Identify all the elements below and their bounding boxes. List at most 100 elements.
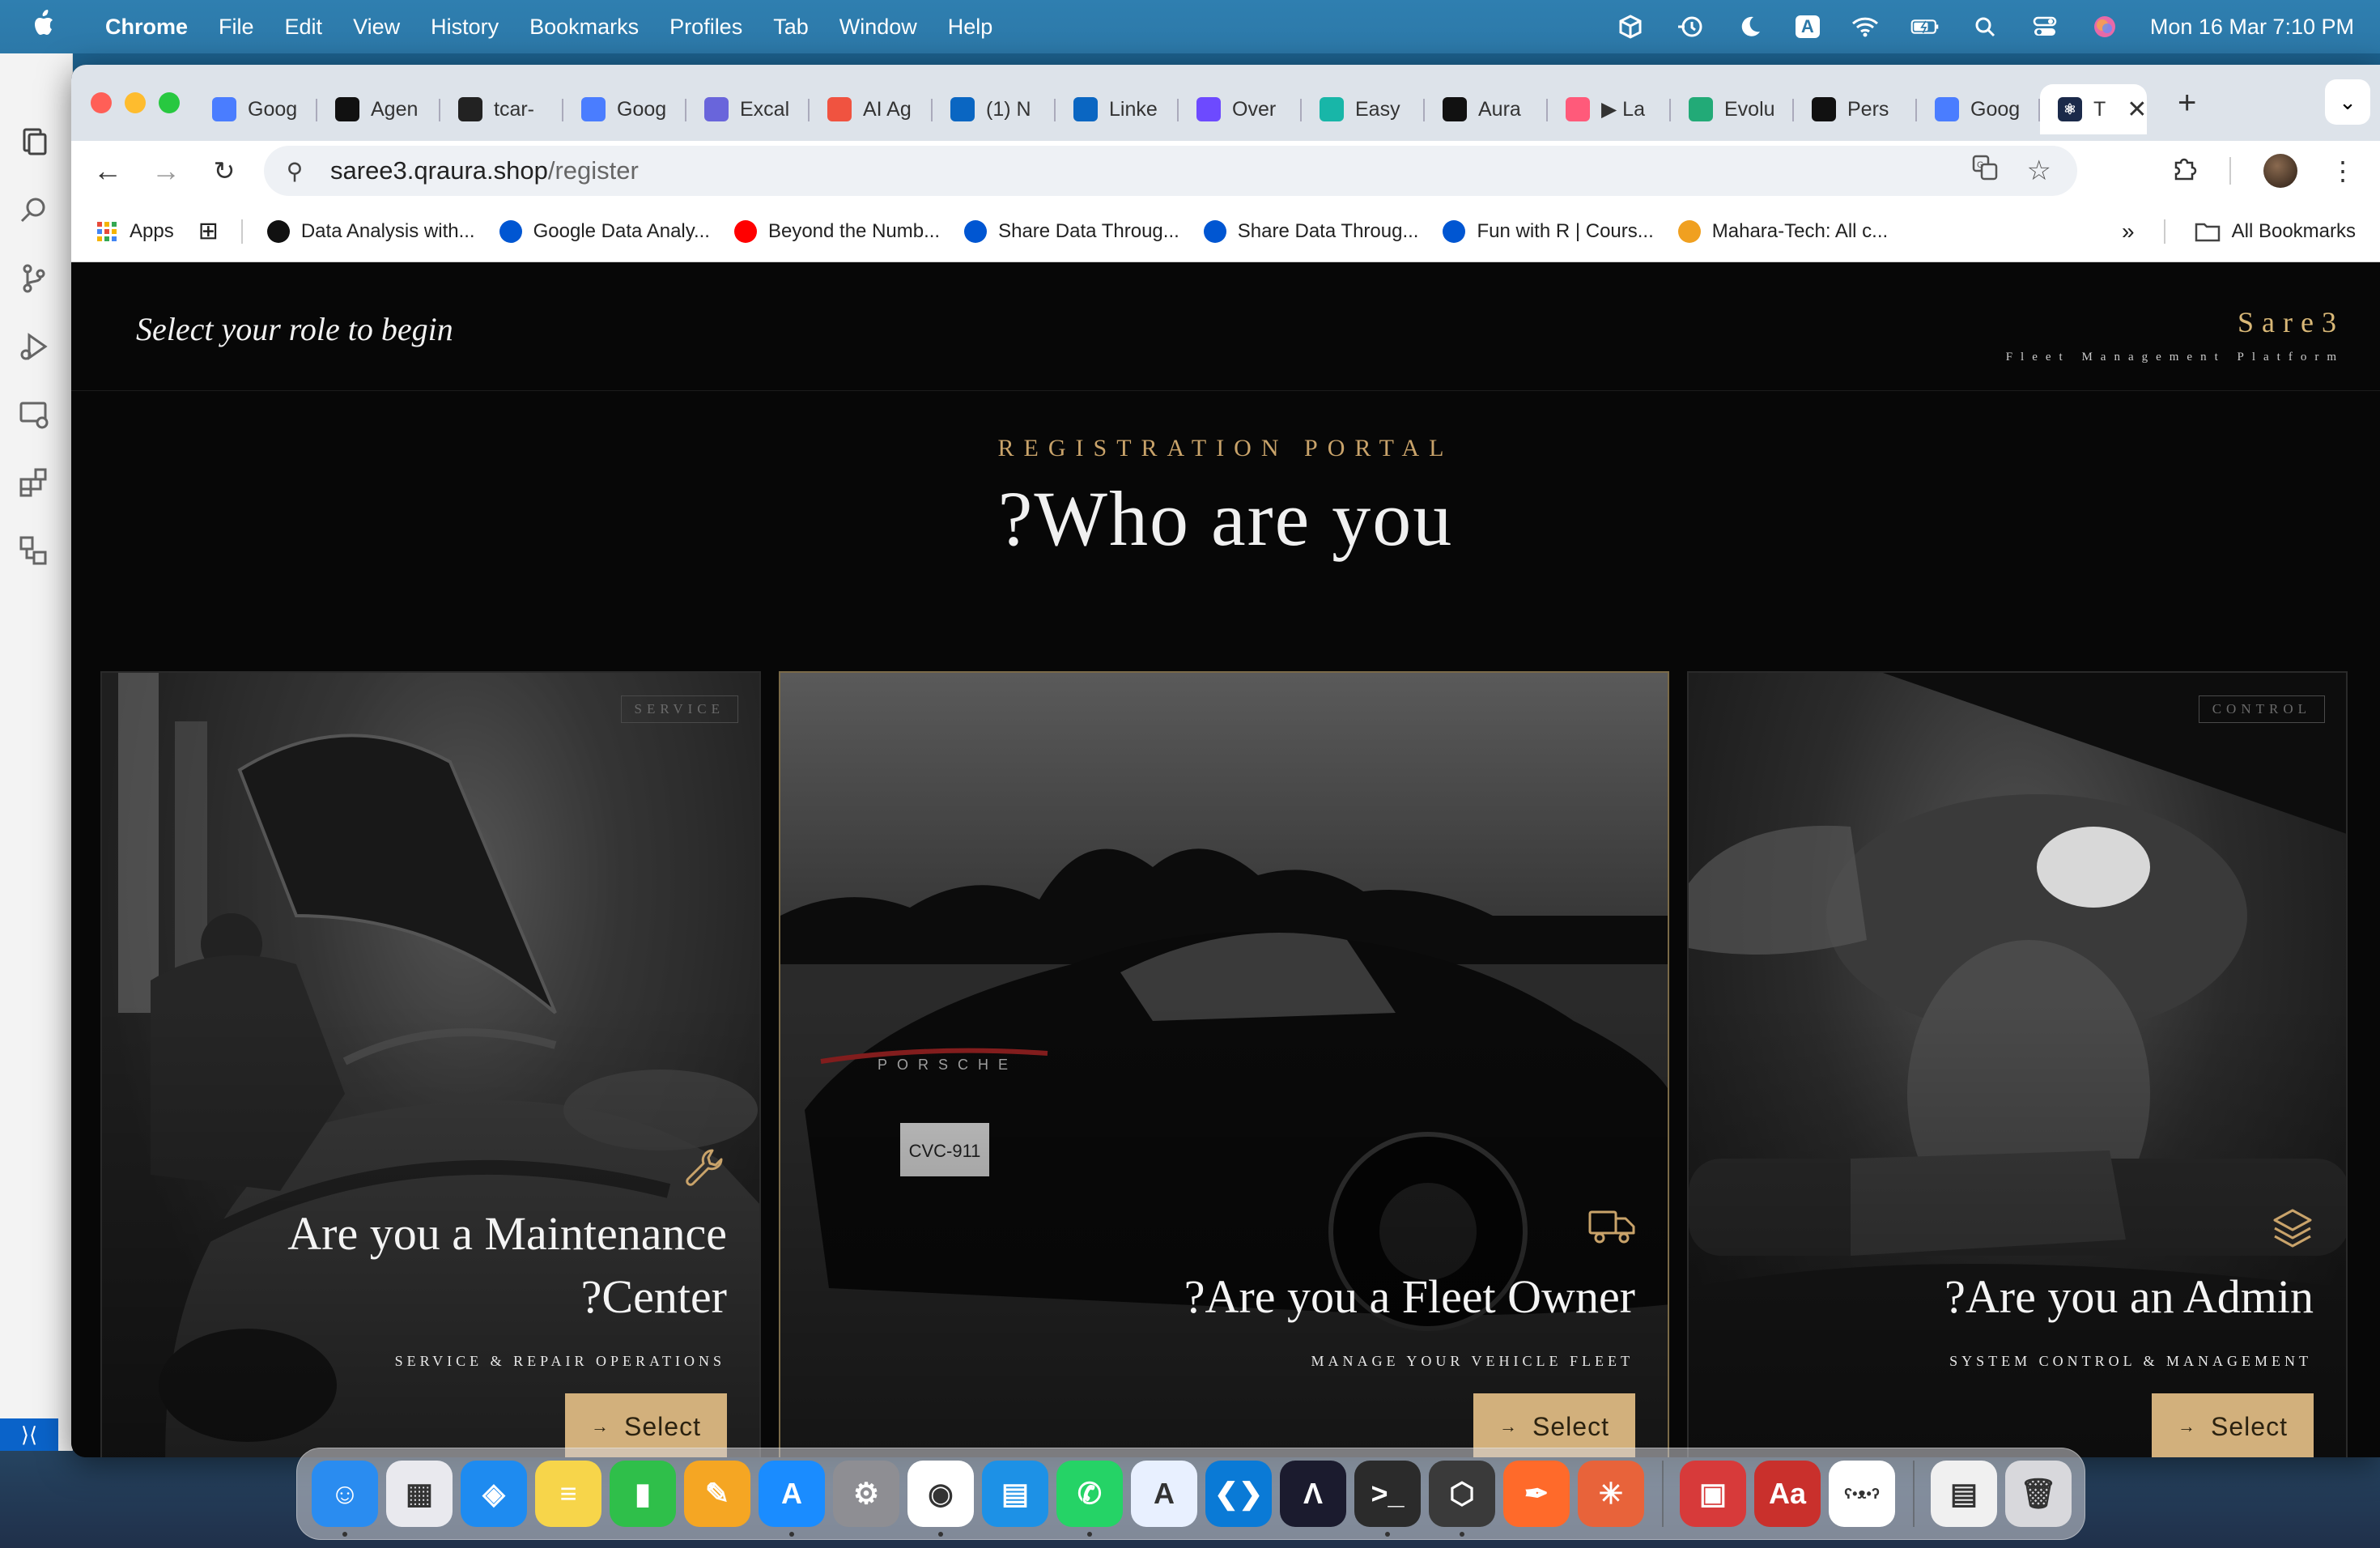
site-settings-icon[interactable]: ⚲: [278, 158, 311, 185]
menubar-datetime[interactable]: Mon 16 Mar 7:10 PM: [2150, 15, 2354, 40]
pages-icon[interactable]: ✎: [684, 1461, 750, 1527]
bookmark-star-icon[interactable]: ☆: [2027, 155, 2051, 187]
menu-edit[interactable]: Edit: [285, 15, 323, 40]
menu-view[interactable]: View: [353, 15, 400, 40]
minimize-window-button[interactable]: [125, 92, 146, 113]
time-machine-icon[interactable]: [1676, 14, 1705, 40]
spotlight-search-icon[interactable]: [1970, 14, 2000, 40]
address-bar[interactable]: ⚲ saree3.qraura.shop/register G ☆: [264, 146, 2077, 196]
tab-item[interactable]: AI Ag: [810, 84, 933, 134]
bookmark-item[interactable]: Fun with R | Cours...: [1443, 219, 1654, 243]
role-card-fleet-owner[interactable]: CVC-911 PORSCHE ?Are you a Fleet Owner M…: [779, 671, 1669, 1457]
input-source-icon[interactable]: A: [1795, 15, 1820, 38]
all-bookmarks-folder[interactable]: All Bookmarks: [2195, 220, 2356, 243]
photo-booth-icon[interactable]: ▣: [1680, 1461, 1746, 1527]
menu-help[interactable]: Help: [948, 15, 993, 40]
vscode-icon[interactable]: ❮❯: [1205, 1461, 1272, 1527]
database-explorer-icon[interactable]: [18, 534, 50, 567]
tab-item[interactable]: Over: [1179, 84, 1302, 134]
apple-menu-icon[interactable]: [31, 9, 63, 45]
bookmark-item[interactable]: Data Analysis with...: [266, 219, 475, 243]
notes-icon[interactable]: ≡: [535, 1461, 601, 1527]
launchpad-icon[interactable]: ▦: [386, 1461, 453, 1527]
bookmark-item[interactable]: Beyond the Numb...: [733, 219, 940, 243]
trash-icon[interactable]: 🗑: [2005, 1461, 2072, 1527]
menu-bookmarks[interactable]: Bookmarks: [529, 15, 639, 40]
select-admin-button[interactable]: → Select: [2152, 1393, 2314, 1457]
brand-logo[interactable]: Sare3 Fleet Management Platform: [2006, 305, 2344, 364]
siri-icon[interactable]: [2090, 14, 2119, 40]
tab-item[interactable]: Aura: [1425, 84, 1548, 134]
remote-status-icon[interactable]: ⟩⟨: [0, 1418, 58, 1451]
chrome-icon[interactable]: ◉: [907, 1461, 974, 1537]
arc-icon[interactable]: Λ: [1280, 1461, 1346, 1527]
xcode-instruments-icon[interactable]: A: [1131, 1461, 1197, 1527]
docker-icon[interactable]: ▤: [982, 1461, 1048, 1527]
role-card-maintenance[interactable]: SERVICE Are you a Maintenance ?Center SE…: [100, 671, 761, 1457]
tab-groups-icon[interactable]: ⊞: [198, 217, 219, 245]
focus-moon-icon[interactable]: [1736, 14, 1765, 40]
back-button[interactable]: ←: [86, 149, 130, 193]
tab-item[interactable]: tcar-: [440, 84, 563, 134]
document-stack-icon[interactable]: ▤: [1931, 1461, 1997, 1527]
profile-avatar[interactable]: [2263, 154, 2297, 188]
menu-app-name[interactable]: Chrome: [105, 15, 188, 40]
dictionary-icon[interactable]: Aa: [1754, 1461, 1821, 1527]
explorer-icon[interactable]: [18, 125, 50, 157]
menu-file[interactable]: File: [219, 15, 254, 40]
more-bookmarks-chevron-icon[interactable]: »: [2122, 219, 2135, 245]
battery-icon[interactable]: [1910, 14, 1940, 40]
tab-item[interactable]: Linke: [1056, 84, 1179, 134]
remote-explorer-icon[interactable]: [18, 398, 50, 431]
role-card-admin[interactable]: CONTROL ?Are you an Admin SYSTEM CONTROL…: [1687, 671, 2348, 1457]
wifi-icon[interactable]: [1851, 14, 1880, 40]
forward-button[interactable]: →: [144, 149, 188, 193]
app-store-icon[interactable]: A: [759, 1461, 825, 1537]
close-tab-icon[interactable]: ✕: [2127, 96, 2147, 124]
ollama-icon[interactable]: ʕ•ᴥ•ʔ: [1829, 1461, 1895, 1527]
bookmark-apps[interactable]: Apps: [96, 220, 174, 243]
cube-status-icon[interactable]: [1616, 14, 1645, 40]
tab-search-chevron-icon[interactable]: ⌄: [2325, 79, 2370, 125]
numbers-icon[interactable]: ▮: [610, 1461, 676, 1527]
tab-item[interactable]: Goog: [194, 84, 317, 134]
tab-item[interactable]: Easy: [1302, 84, 1425, 134]
control-center-icon[interactable]: [2030, 14, 2059, 40]
close-window-button[interactable]: [91, 92, 112, 113]
cube-app-icon[interactable]: ⬡: [1429, 1461, 1495, 1537]
bookmark-item[interactable]: Google Data Analy...: [499, 219, 710, 243]
tab-item[interactable]: Excal: [686, 84, 810, 134]
menu-profiles[interactable]: Profiles: [669, 15, 742, 40]
safari-icon[interactable]: ◈: [461, 1461, 527, 1527]
tab-item[interactable]: Goog: [1917, 84, 2040, 134]
menu-window[interactable]: Window: [839, 15, 917, 40]
tab-item[interactable]: Agen: [317, 84, 440, 134]
tab-item[interactable]: Pers: [1794, 84, 1917, 134]
system-settings-icon[interactable]: ⚙: [833, 1461, 899, 1527]
bookmark-item[interactable]: Mahara-Tech: All c...: [1677, 219, 1888, 243]
reload-button[interactable]: ↻: [202, 149, 246, 193]
claude-icon[interactable]: ✳: [1578, 1461, 1644, 1527]
source-control-icon[interactable]: [18, 262, 50, 295]
vectornator-icon[interactable]: ✒: [1503, 1461, 1570, 1527]
menu-tab[interactable]: Tab: [773, 15, 809, 40]
search-icon[interactable]: [18, 194, 50, 227]
tab-active[interactable]: ⚛ T ✕: [2040, 84, 2147, 134]
menu-history[interactable]: History: [431, 15, 499, 40]
extensions-puzzle-icon[interactable]: [2171, 156, 2197, 186]
bookmark-item[interactable]: Share Data Throug...: [1203, 219, 1418, 243]
tab-item[interactable]: Evolu: [1671, 84, 1794, 134]
terminal-icon[interactable]: >_: [1354, 1461, 1421, 1537]
finder-icon[interactable]: ☺: [312, 1461, 378, 1537]
tab-item[interactable]: ▶ La: [1548, 84, 1671, 134]
bookmark-item[interactable]: Share Data Throug...: [964, 219, 1179, 243]
extensions-icon[interactable]: [18, 466, 50, 499]
new-tab-button[interactable]: +: [2178, 85, 2196, 121]
tab-item[interactable]: Goog: [563, 84, 686, 134]
tab-item[interactable]: (1) N: [933, 84, 1056, 134]
translate-icon[interactable]: G: [1972, 155, 1998, 187]
zoom-window-button[interactable]: [159, 92, 180, 113]
chrome-menu-icon[interactable]: ⋮: [2330, 155, 2356, 186]
whatsapp-icon[interactable]: ✆: [1056, 1461, 1123, 1537]
run-debug-icon[interactable]: [18, 330, 50, 363]
